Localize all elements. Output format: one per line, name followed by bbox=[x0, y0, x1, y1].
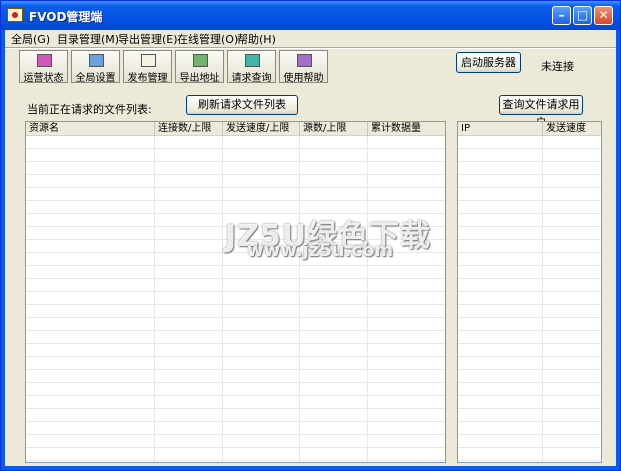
user-list-rows bbox=[458, 136, 601, 462]
watermark-url: www.jz5u.com bbox=[247, 240, 394, 261]
window-title: FVOD管理端 bbox=[29, 10, 103, 24]
toolbar-publish-label: 发布管理 bbox=[127, 73, 168, 84]
menu-help[interactable]: 帮助(H) bbox=[237, 31, 276, 47]
file-list-label: 当前正在请求的文件列表: bbox=[27, 103, 152, 116]
toolbar-status-label: 运营状态 bbox=[23, 73, 64, 84]
refresh-file-list-button[interactable]: 刷新请求文件列表 bbox=[186, 95, 298, 115]
app-icon[interactable] bbox=[7, 8, 23, 22]
minimize-button[interactable]: – bbox=[552, 6, 571, 25]
column-divider bbox=[154, 136, 155, 462]
toolbar-separator bbox=[5, 47, 616, 49]
column-divider bbox=[367, 136, 368, 462]
menu-directory[interactable]: 目录管理(M) bbox=[57, 31, 119, 47]
file-list-rows bbox=[26, 136, 445, 462]
query-icon bbox=[245, 54, 260, 67]
menu-export[interactable]: 导出管理(E) bbox=[118, 31, 178, 47]
connection-status: 未连接 bbox=[541, 60, 574, 73]
close-button[interactable]: ✕ bbox=[594, 6, 613, 25]
menu-bar: 全局(G) 目录管理(M) 导出管理(E) 在线管理(O) 帮助(H) bbox=[5, 30, 616, 47]
help-icon bbox=[297, 54, 312, 67]
column-user-speed[interactable]: 发送速度 bbox=[543, 122, 601, 136]
menu-global[interactable]: 全局(G) bbox=[11, 31, 50, 47]
toolbar-help-label: 使用帮助 bbox=[283, 73, 324, 84]
column-send-speed[interactable]: 发送速度/上限 bbox=[223, 122, 300, 136]
export-icon bbox=[193, 54, 208, 67]
settings-icon bbox=[89, 54, 104, 67]
column-resource-name[interactable]: 资源名 bbox=[26, 122, 155, 136]
toolbar-status-button[interactable]: 运营状态 bbox=[19, 50, 68, 84]
file-list-table[interactable]: 资源名 连接数/上限 发送速度/上限 源数/上限 累计数据量 bbox=[25, 121, 446, 463]
column-divider bbox=[222, 136, 223, 462]
column-ip[interactable]: IP bbox=[458, 122, 543, 136]
toolbar-help-button[interactable]: 使用帮助 bbox=[279, 50, 328, 84]
publish-icon bbox=[141, 54, 156, 67]
toolbar-query-button[interactable]: 请求查询 bbox=[227, 50, 276, 84]
column-sources[interactable]: 源数/上限 bbox=[300, 122, 368, 136]
column-divider bbox=[542, 136, 543, 462]
app-window: FVOD管理端 – □ ✕ 全局(G) 目录管理(M) 导出管理(E) 在线管理… bbox=[0, 0, 621, 471]
column-total-data[interactable]: 累计数据量 bbox=[368, 122, 445, 136]
menu-online[interactable]: 在线管理(O) bbox=[177, 31, 238, 47]
monitor-icon bbox=[37, 54, 52, 67]
title-bar[interactable]: FVOD管理端 – □ ✕ bbox=[1, 1, 620, 30]
toolbar-export-label: 导出地址 bbox=[179, 73, 220, 84]
toolbar-export-button[interactable]: 导出地址 bbox=[175, 50, 224, 84]
toolbar-query-label: 请求查询 bbox=[231, 73, 272, 84]
column-divider bbox=[299, 136, 300, 462]
file-list-header: 资源名 连接数/上限 发送速度/上限 源数/上限 累计数据量 bbox=[26, 122, 445, 136]
user-list-table[interactable]: IP 发送速度 bbox=[457, 121, 602, 463]
toolbar-settings-label: 全局设置 bbox=[75, 73, 116, 84]
column-connections[interactable]: 连接数/上限 bbox=[155, 122, 223, 136]
user-list-header: IP 发送速度 bbox=[458, 122, 601, 136]
toolbar-settings-button[interactable]: 全局设置 bbox=[71, 50, 120, 84]
maximize-button[interactable]: □ bbox=[573, 6, 592, 25]
toolbar-publish-button[interactable]: 发布管理 bbox=[123, 50, 172, 84]
query-file-users-button[interactable]: 查询文件请求用户 bbox=[499, 95, 583, 129]
start-server-button[interactable]: 启动服务器 bbox=[456, 52, 521, 73]
